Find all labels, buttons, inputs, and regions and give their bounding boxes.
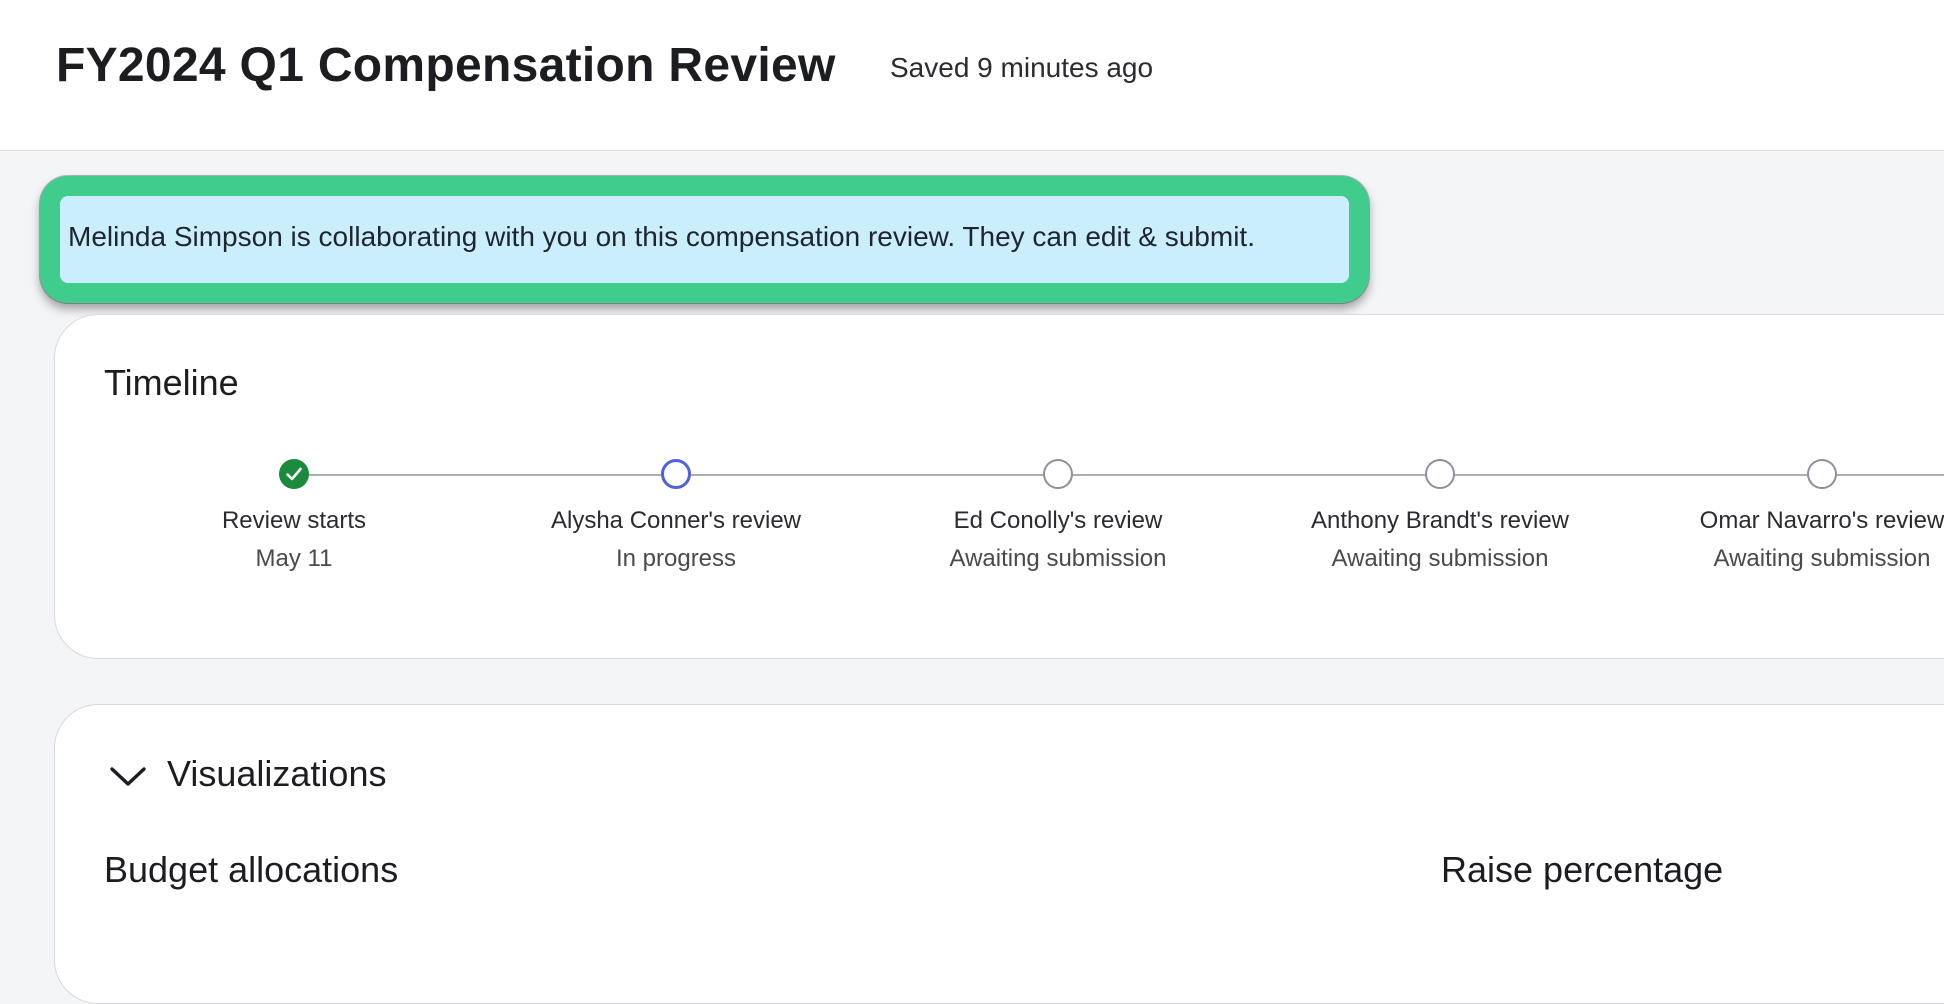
raise-percentage-title: Raise percentage (1441, 849, 1724, 890)
check-icon (286, 467, 302, 481)
timeline-track (295, 474, 1944, 476)
page-header: FY2024 Q1 Compensation Review Saved 9 mi… (0, 0, 1944, 151)
timeline-step-label: Alysha Conner's review (550, 507, 802, 534)
visualizations-title[interactable]: Visualizations (167, 753, 386, 795)
page-title: FY2024 Q1 Compensation Review (56, 39, 836, 92)
collaboration-banner-text: Melinda Simpson is collaborating with yo… (68, 221, 1255, 252)
timeline-step-status: In progress (615, 545, 737, 572)
timeline-step-status: May 11 (255, 545, 333, 572)
timeline-step-label: Ed Conolly's review (953, 507, 1163, 534)
timeline-card (54, 314, 1944, 659)
save-status: Saved 9 minutes ago (890, 52, 1154, 83)
timeline-step-label: Review starts (221, 507, 367, 534)
timeline-step-status: Awaiting submission (1713, 545, 1931, 572)
timeline-step-active-circle-icon (661, 459, 691, 489)
chevron-down-icon (110, 767, 146, 786)
timeline-step-complete-icon (279, 459, 309, 489)
budget-allocations-title: Budget allocations (104, 849, 399, 890)
timeline-step-label: Omar Navarro's review (1699, 507, 1944, 534)
timeline-step-pending-circle-icon (1043, 459, 1073, 489)
timeline-title: Timeline (104, 362, 239, 403)
timeline-step-pending-circle-icon (1807, 459, 1837, 489)
timeline-step-status: Awaiting submission (949, 545, 1167, 572)
timeline-step-label: Anthony Brandt's review (1310, 507, 1570, 534)
visualizations-toggle[interactable] (106, 754, 150, 798)
timeline-step-pending-circle-icon (1425, 459, 1455, 489)
timeline-step-status: Awaiting submission (1331, 545, 1549, 572)
